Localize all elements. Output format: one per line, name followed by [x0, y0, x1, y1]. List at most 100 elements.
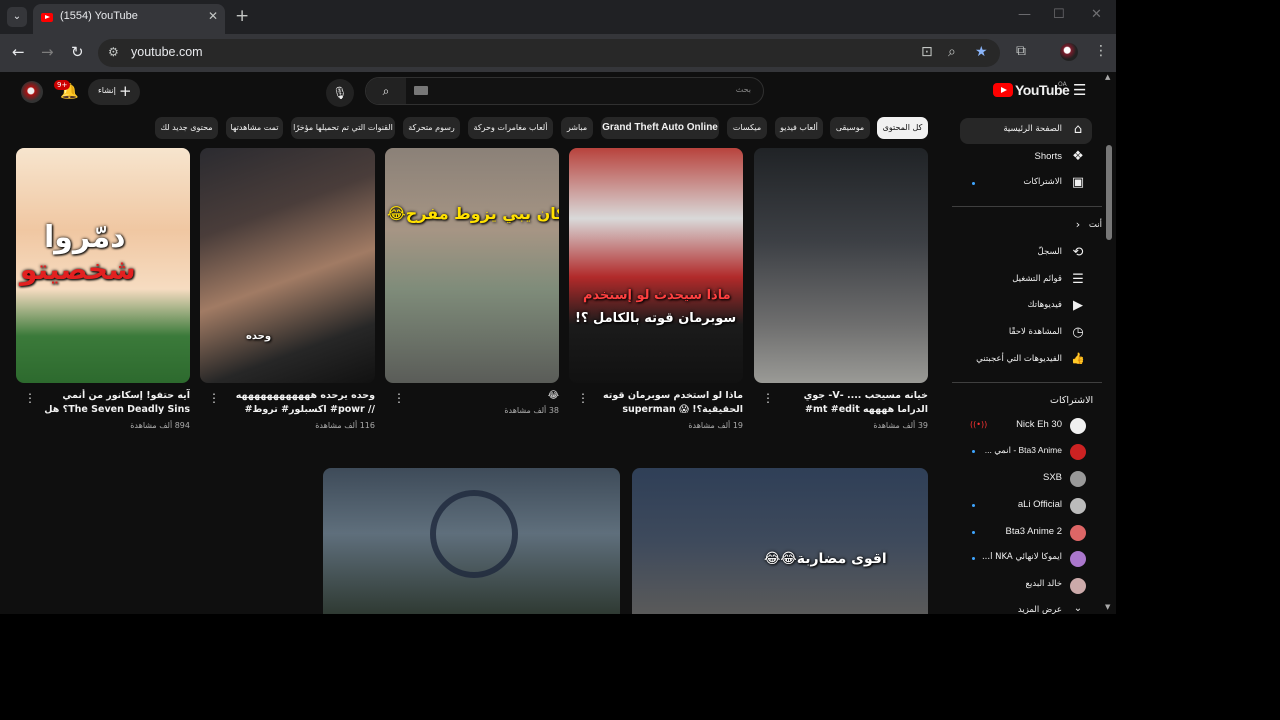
- sidebar-scrollbar-thumb[interactable]: [1106, 145, 1112, 240]
- more-actions-icon[interactable]: ⋮: [577, 391, 589, 405]
- scroll-up-arrow-icon[interactable]: ▲: [1105, 73, 1110, 81]
- install-app-icon[interactable]: ⊡: [921, 44, 933, 60]
- video-title[interactable]: وحده يرحده ههههههههههههه // powr# اكسبلو…: [227, 389, 375, 417]
- thumbnail-caption: كان يبي يزوط مفرح😂: [387, 204, 559, 223]
- sidebar-you-header[interactable]: › أنت: [960, 214, 1102, 240]
- video-title[interactable]: خيانه مسيحب .... -V- جوي الدراما ههههه m…: [780, 389, 928, 417]
- sidebar-item-shorts[interactable]: ❖ Shorts: [960, 145, 1092, 171]
- sidebar-item-liked-videos[interactable]: 👍 الفيديوهات التي أعجبتني: [960, 348, 1092, 374]
- tab-youtube[interactable]: (1554) YouTube ✕: [33, 4, 225, 34]
- voice-search-mic-icon[interactable]: 🎙: [326, 79, 354, 107]
- chevron-down-icon: ⌄: [1073, 603, 1083, 614]
- chip-new-to-you[interactable]: محتوى جديد لك: [155, 117, 218, 139]
- sidebar-channel[interactable]: خالد البديع: [960, 573, 1092, 599]
- youtube-logo-icon[interactable]: [993, 83, 1013, 97]
- video-thumbnail[interactable]: اقوى مضاربة😂😂: [632, 468, 928, 614]
- sidebar-channel[interactable]: Bta3 Anime - انمي ...: [960, 439, 1092, 465]
- browser-toolbar: ← → ↻ ⚙ youtube.com ⊡ ⌕ ★ ⧉ ⋮: [0, 34, 1116, 72]
- sidebar-item-subscriptions[interactable]: ▣ الاشتراكات: [960, 171, 1092, 197]
- chip-video-games[interactable]: ألعاب فيديو: [775, 117, 823, 139]
- chip-gta-online[interactable]: Grand Theft Auto Online: [601, 117, 719, 139]
- reload-icon[interactable]: ↻: [71, 43, 84, 61]
- sidebar-channel[interactable]: aLi Official: [960, 493, 1092, 519]
- sidebar-item-label: المشاهدة لاحقًا: [1008, 327, 1062, 337]
- tab-search-button[interactable]: ⌄: [7, 7, 27, 27]
- new-content-dot: [972, 557, 975, 560]
- chip-music[interactable]: موسيقى: [830, 117, 870, 139]
- sidebar-channel[interactable]: Bta3 Anime 2: [960, 520, 1092, 546]
- maximize-button[interactable]: ☐: [1053, 7, 1065, 22]
- site-info-icon[interactable]: ⚙: [108, 45, 119, 59]
- chip-recently-uploaded[interactable]: القنوات التي تم تحميلها مؤخرًا: [291, 117, 395, 139]
- chip-animation[interactable]: رسوم متحركة: [403, 117, 460, 139]
- sidebar-item-label: aLi Official: [1017, 499, 1062, 510]
- channel-avatar: [1070, 551, 1086, 567]
- keyboard-icon[interactable]: [414, 86, 428, 95]
- chip-mixes[interactable]: ميكسات: [727, 117, 767, 139]
- sidebar-channel[interactable]: ايموكا لانهائي l NKA...: [960, 546, 1092, 572]
- url-text: youtube.com: [131, 45, 203, 59]
- create-button[interactable]: إنشاء +: [88, 79, 140, 105]
- close-window-button[interactable]: ✕: [1091, 7, 1102, 22]
- video-title[interactable]: ماذا لو استخدم سوبرمان قوته الحقيقية؟! 😱…: [595, 389, 743, 417]
- video-thumbnail[interactable]: كان يبي يزوط مفرح😂: [385, 148, 559, 383]
- thumbnail-caption: شخصيتو: [20, 253, 136, 286]
- video-title[interactable]: آيه حتفو! إسكانور من أنمي The Seven Dead…: [42, 389, 190, 417]
- minimize-button[interactable]: —: [1018, 7, 1031, 22]
- chip-all[interactable]: كل المحتوى: [877, 117, 928, 139]
- create-label: إنشاء: [98, 86, 116, 95]
- video-views: 39 ألف مشاهدة: [873, 421, 928, 430]
- sidebar-item-watch-later[interactable]: ◷ المشاهدة لاحقًا: [960, 321, 1092, 347]
- filter-chips-bar: كل المحتوى موسيقى ألعاب فيديو ميكسات Gra…: [0, 112, 940, 144]
- tab-close-icon[interactable]: ✕: [208, 9, 218, 23]
- chip-watched[interactable]: تمت مشاهدتها: [226, 117, 283, 139]
- chip-live[interactable]: مباشر: [561, 117, 593, 139]
- video-thumbnail[interactable]: دمّروا شخصيتو: [16, 148, 190, 383]
- sidebar-item-label: فيديوهاتك: [1027, 300, 1062, 310]
- new-content-dot: [972, 182, 975, 185]
- forward-icon[interactable]: →: [41, 43, 54, 61]
- video-thumbnail[interactable]: [323, 468, 620, 614]
- sidebar-item-home[interactable]: ⌂ الصفحة الرئيسية: [960, 118, 1092, 144]
- chevron-right-icon: ›: [1075, 218, 1081, 231]
- sidebar-show-more[interactable]: ⌄ عرض المزيد: [960, 599, 1092, 614]
- sidebar-item-playlists[interactable]: ☰ قوائم التشغيل: [960, 268, 1092, 294]
- sidebar-item-label: السجلّ: [1037, 247, 1062, 257]
- menu-icon[interactable]: ⋮: [1094, 43, 1108, 59]
- video-title[interactable]: 😂: [411, 389, 559, 403]
- thumbnail-caption: وحده: [246, 331, 272, 342]
- scroll-down-arrow-icon[interactable]: ▼: [1105, 603, 1110, 611]
- shorts-icon: ❖: [1072, 149, 1084, 164]
- video-thumbnail[interactable]: [754, 148, 928, 383]
- new-tab-button[interactable]: +: [235, 6, 249, 26]
- account-avatar[interactable]: [21, 81, 43, 103]
- channel-avatar: [1070, 525, 1086, 541]
- sidebar-channel[interactable]: SXB: [960, 466, 1092, 492]
- video-thumbnail[interactable]: ماذا سيحدث لو إستخدم سوبرمان قوته بالكام…: [569, 148, 743, 383]
- subscriptions-icon: ▣: [1071, 175, 1085, 190]
- sidebar-channel[interactable]: ((•)) Nick Eh 30: [960, 413, 1092, 439]
- more-actions-icon[interactable]: ⋮: [762, 391, 774, 405]
- zoom-icon[interactable]: ⌕: [948, 44, 956, 60]
- search-button-icon[interactable]: ⌕: [366, 78, 406, 104]
- thumbnail-caption: ماذا سيحدث لو إستخدم: [583, 288, 731, 303]
- sidebar-item-history[interactable]: ⟲ السجلّ: [960, 241, 1092, 267]
- profile-avatar[interactable]: [1060, 43, 1078, 61]
- more-actions-icon[interactable]: ⋮: [208, 391, 220, 405]
- back-icon[interactable]: ←: [12, 43, 25, 61]
- video-thumbnail[interactable]: وحده: [200, 148, 375, 383]
- video-views: 19 ألف مشاهدة: [688, 421, 743, 430]
- guide-menu-icon[interactable]: ☰: [1073, 81, 1086, 99]
- search-box[interactable]: ⌕ بحث: [365, 77, 764, 105]
- tab-title: (1554) YouTube: [60, 10, 138, 22]
- bookmark-star-icon[interactable]: ★: [975, 44, 988, 60]
- more-actions-icon[interactable]: ⋮: [24, 391, 36, 405]
- chip-action-adventure[interactable]: ألعاب مغامرات وحركة: [468, 117, 553, 139]
- more-actions-icon[interactable]: ⋮: [393, 391, 405, 405]
- new-content-dot: [972, 450, 975, 453]
- sidebar-item-your-videos[interactable]: ▶ فيديوهاتك: [960, 294, 1092, 320]
- sidebar-item-label: Nick Eh 30: [1016, 419, 1062, 430]
- video-views: 38 ألف مشاهدة: [504, 406, 559, 415]
- extensions-icon[interactable]: ⧉: [1016, 43, 1026, 59]
- address-bar[interactable]: ⚙ youtube.com ⊡ ⌕ ★: [98, 39, 1000, 67]
